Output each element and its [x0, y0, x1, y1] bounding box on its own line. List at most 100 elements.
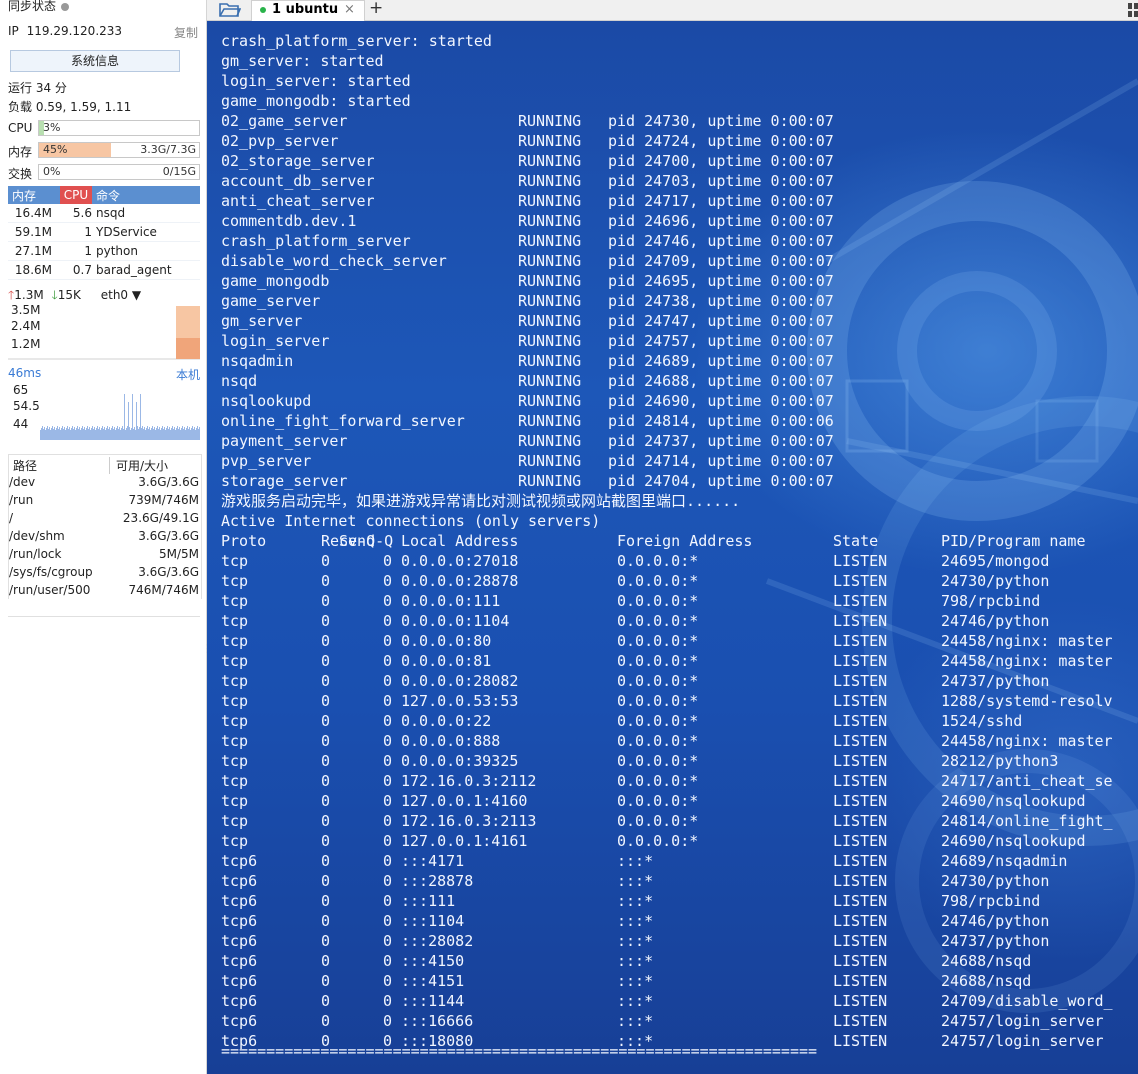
process-col-cpu[interactable]: CPU	[60, 186, 92, 204]
process-name: commentdb.dev.1	[221, 212, 357, 230]
conn-sendq: 0	[383, 652, 393, 670]
swap-meter-amount: 0/15G	[162, 165, 196, 178]
conn-local-address: 127.0.0.1:4161	[401, 832, 528, 850]
process-command: nsqd	[96, 206, 126, 220]
add-tab-button[interactable]: +	[369, 0, 383, 18]
process-state: RUNNING	[518, 272, 582, 290]
process-name: 02_storage_server	[221, 152, 375, 170]
conn-proto: tcp6	[221, 892, 258, 910]
copy-ip-link[interactable]: 复制	[174, 24, 198, 41]
latency-bar	[44, 427, 45, 440]
conn-recvq: 0	[321, 892, 331, 910]
latency-bar	[98, 429, 99, 440]
layout-toggle-icon[interactable]	[1128, 2, 1138, 17]
disk-row[interactable]: /run 739M/746M	[9, 491, 201, 509]
process-row[interactable]: 59.1M 1 YDService	[8, 223, 200, 242]
latency-bar	[192, 426, 193, 440]
conn-local-address: :::1144	[401, 992, 465, 1010]
conn-proto: tcp	[221, 712, 249, 730]
conn-local-address: 0.0.0.0:22	[401, 712, 492, 730]
latency-bar	[41, 428, 42, 440]
latency-bar	[94, 427, 95, 440]
process-col-memory[interactable]: 内存	[12, 187, 36, 204]
latency-bar	[52, 426, 53, 440]
terminal[interactable]: crash_platform_server: started gm_server:…	[207, 21, 1138, 1074]
disk-path: /	[9, 511, 14, 525]
disk-col-path[interactable]: 路径	[13, 457, 37, 474]
latency-bar	[56, 428, 57, 440]
latency-bar	[153, 429, 154, 440]
disk-col-usage[interactable]: 可用/大小	[109, 457, 168, 474]
conn-local-address: 172.16.0.3:2113	[401, 812, 537, 830]
latency-bar	[93, 429, 94, 440]
latency-bar	[178, 429, 179, 440]
conn-foreign-address: 0.0.0.0:*	[617, 672, 699, 690]
process-state: RUNNING	[518, 352, 582, 370]
conn-proto: tcp	[221, 752, 249, 770]
disk-usage: 5M/5M	[158, 547, 199, 561]
conn-state: LISTEN	[833, 632, 888, 650]
conn-state: LISTEN	[833, 852, 888, 870]
disk-row[interactable]: /sys/fs/cgroup 3.6G/3.6G	[9, 563, 201, 581]
process-state: RUNNING	[518, 292, 582, 310]
conn-local-address: :::4171	[401, 852, 465, 870]
latency-bar	[194, 427, 195, 440]
conn-local-address: 127.0.0.53:53	[401, 692, 519, 710]
latency-host-label[interactable]: 本机	[176, 366, 200, 383]
upload-speed: 1.3M	[14, 288, 44, 302]
latency-bar	[104, 427, 105, 440]
latency-bar	[103, 429, 104, 440]
latency-bar	[196, 428, 197, 440]
latency-bar	[143, 429, 144, 440]
network-interface-select[interactable]: eth0 ▼	[101, 288, 141, 302]
latency-bar	[42, 426, 43, 440]
latency-bar	[115, 430, 116, 440]
latency-bar	[195, 430, 196, 440]
conn-pid-program: 24757/login_server	[941, 1012, 1104, 1030]
disk-row[interactable]: /dev 3.6G/3.6G	[9, 473, 201, 491]
disk-path: /dev	[9, 475, 36, 489]
latency-bar	[81, 428, 82, 440]
chevron-down-icon: ▼	[131, 288, 142, 302]
folder-icon[interactable]	[219, 0, 242, 22]
disk-row[interactable]: /run/lock 5M/5M	[9, 545, 201, 563]
disk-row[interactable]: / 23.6G/49.1G	[9, 509, 201, 527]
conn-local-address: :::4151	[401, 972, 465, 990]
conn-recvq: 0	[321, 732, 331, 750]
conn-local-address: 0.0.0.0:39325	[401, 752, 519, 770]
conn-proto: tcp	[221, 612, 249, 630]
process-row[interactable]: 16.4M 5.6 nsqd	[8, 204, 200, 223]
conn-recvq: 0	[321, 772, 331, 790]
conn-recvq: 0	[321, 672, 331, 690]
netstat-title: Active Internet connections (only server…	[221, 512, 601, 530]
process-col-command[interactable]: 命令	[96, 187, 120, 204]
disk-row[interactable]: /dev/shm 3.6G/3.6G	[9, 527, 201, 545]
conn-local-address: 0.0.0.0:80	[401, 632, 492, 650]
download-speed: 15K	[57, 288, 81, 302]
process-row[interactable]: 27.1M 1 python	[8, 242, 200, 261]
tab-ubuntu[interactable]: 1 ubuntu ×	[251, 0, 365, 21]
conn-recvq: 0	[321, 932, 331, 950]
disk-path: /run	[9, 493, 34, 507]
latency-bar	[88, 429, 89, 440]
latency-bar	[132, 394, 133, 440]
conn-sendq: 0	[383, 912, 393, 930]
conn-state: LISTEN	[833, 912, 888, 930]
conn-foreign-address: :::*	[617, 972, 654, 990]
tab-close-icon[interactable]: ×	[344, 2, 355, 17]
latency-bar	[82, 426, 83, 440]
latency-bar	[139, 427, 140, 440]
latency-bar	[125, 430, 126, 440]
process-row[interactable]: 18.6M 0.7 barad_agent	[8, 261, 200, 280]
latency-bar	[156, 428, 157, 440]
process-name: disable_word_check_server	[221, 252, 447, 270]
latency-tick-high: 65	[13, 383, 28, 397]
conn-pid-program: 24730/python	[941, 572, 1050, 590]
system-info-button[interactable]: 系统信息	[10, 50, 180, 72]
disk-row[interactable]: /run/user/500 746M/746M	[9, 581, 201, 599]
conn-pid-program: 24695/mongod	[941, 552, 1050, 570]
conn-pid-program: 1288/systemd-resolv	[941, 692, 1113, 710]
latency-bar	[78, 429, 79, 440]
network-chart-svg: 3.5M 2.4M 1.2M	[8, 302, 200, 360]
conn-recvq: 0	[321, 652, 331, 670]
